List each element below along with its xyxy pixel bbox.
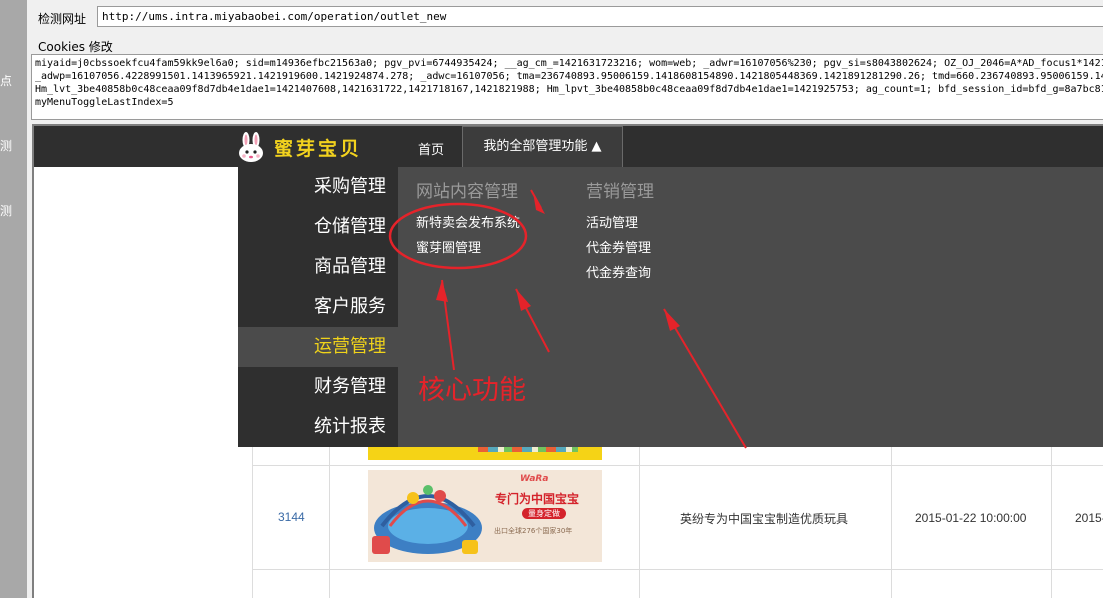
side-glyph: 点 <box>0 74 13 88</box>
annotation-overlay <box>388 189 747 449</box>
cookie-line: Hm_lvt_3be40858b0c48ceaa09f8d7db4e1dae1=… <box>35 84 1103 95</box>
cookie-label: Cookies 修改 <box>38 40 113 54</box>
arrowhead <box>664 309 680 331</box>
arrowhead <box>533 192 545 214</box>
cookie-line: miyaid=j0cbssoekfcu4fam59kk9el6a0; sid=m… <box>35 58 1103 69</box>
tool-panel: 检测网址 http://ums.intra.miyabaobei.com/ope… <box>27 0 1103 124</box>
url-input[interactable]: http://ums.intra.miyabaobei.com/operatio… <box>97 6 1103 27</box>
screenshot-root: 点 测 测 检测网址 http://ums.intra.miyabaobei.c… <box>0 0 1103 598</box>
page-viewport: 蜜芽宝贝 首页 我的全部管理功能 ▲ 3144 WaRa 专门为中国宝宝 量身定… <box>32 124 1103 598</box>
cookie-line: _adwp=16107056.4228991501.1413965921.142… <box>35 71 1103 82</box>
cookie-textarea[interactable]: miyaid=j0cbssoekfcu4fam59kk9el6a0; sid=m… <box>31 54 1103 120</box>
arrowhead <box>436 280 448 302</box>
left-side-panel: 点 测 测 <box>0 0 27 598</box>
url-label: 检测网址 <box>38 12 87 26</box>
arrowhead <box>516 289 531 311</box>
side-glyph: 测 <box>0 204 13 218</box>
side-glyph: 测 <box>0 139 13 153</box>
annotation-arrow-right <box>663 308 747 449</box>
highlight-circle <box>388 202 528 270</box>
cookie-line: myMenuToggleLastIndex=5 <box>35 97 174 108</box>
